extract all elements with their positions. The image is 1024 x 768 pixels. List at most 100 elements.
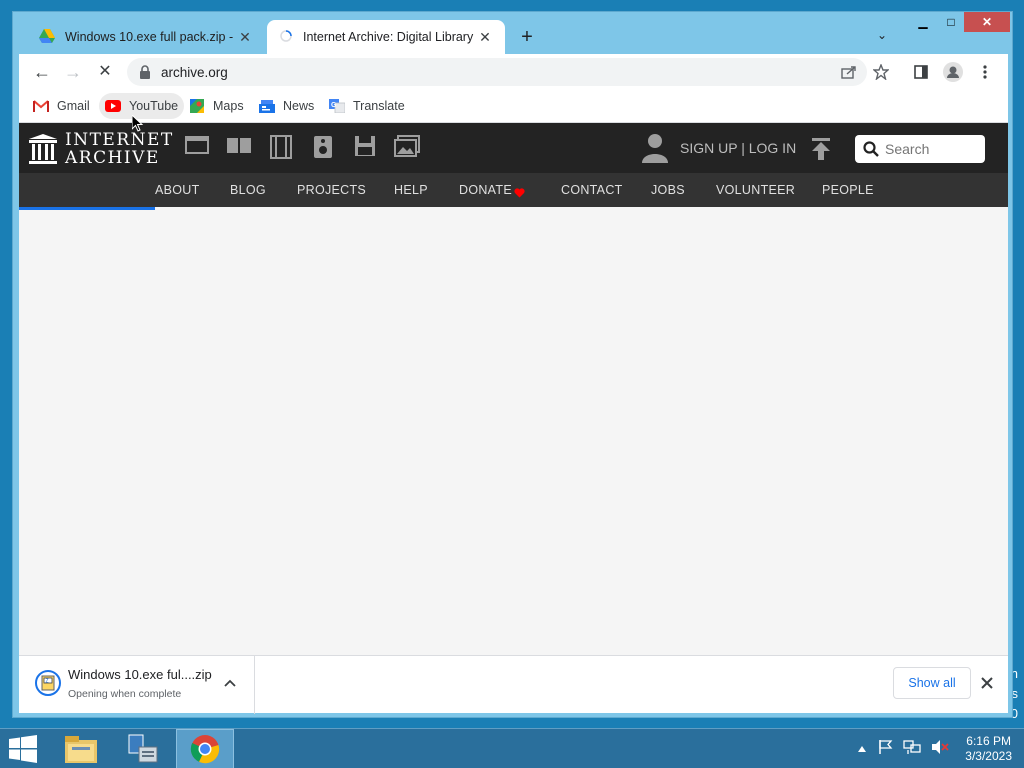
download-item[interactable]: Z Windows 10.exe ful....zip Opening when… xyxy=(19,656,255,714)
audio-speaker-icon[interactable] xyxy=(310,135,336,161)
download-status: Opening when complete xyxy=(68,688,182,700)
browser-toolbar: ← → ✕ archive.org xyxy=(19,54,1008,90)
svg-text:Z: Z xyxy=(46,679,49,685)
bookmarks-bar: Gmail YouTube Maps News G Translate xyxy=(19,90,1008,123)
start-button[interactable] xyxy=(8,735,38,763)
tab-search-button[interactable]: ⌄ xyxy=(877,28,887,42)
ia-logo-line1: INTERNET xyxy=(65,130,174,150)
heart-icon xyxy=(514,185,525,203)
ia-logo-line2: ARCHIVE xyxy=(65,148,160,168)
zip-archive-icon: Z xyxy=(35,670,61,696)
action-center-flag-icon[interactable] xyxy=(877,739,893,760)
network-icon[interactable] xyxy=(903,739,921,760)
lock-icon xyxy=(140,65,150,79)
bookmark-maps[interactable]: Maps xyxy=(183,93,250,119)
software-floppy-icon[interactable] xyxy=(352,135,378,161)
page-loading-progress xyxy=(19,207,155,210)
nav-donate[interactable]: DONATE xyxy=(459,183,512,197)
title-bar[interactable]: Windows 10.exe full pack.zip - Go ✕ Inte… xyxy=(13,12,1012,54)
signup-login-link[interactable]: SIGN UP | LOG IN xyxy=(680,140,796,156)
bookmark-translate[interactable]: G Translate xyxy=(323,93,411,119)
url-text: archive.org xyxy=(161,64,228,80)
file-explorer-icon xyxy=(65,736,97,763)
gmail-icon xyxy=(33,98,49,114)
taskbar: 6:16 PM 3/3/2023 xyxy=(0,728,1024,768)
tab-close-button[interactable]: ✕ xyxy=(477,29,493,46)
show-hidden-icons-icon[interactable] xyxy=(857,740,867,758)
taskbar-file-explorer[interactable] xyxy=(52,729,110,768)
ia-logo-text: INTERNET ARCHIVE xyxy=(65,131,174,167)
profile-avatar-icon[interactable] xyxy=(943,62,963,82)
clock-date: 3/3/2023 xyxy=(965,749,1012,763)
nav-projects[interactable]: PROJECTS xyxy=(297,183,366,197)
youtube-icon xyxy=(105,98,121,114)
tab-internet-archive[interactable]: Internet Archive: Digital Library o ✕ xyxy=(267,20,505,54)
menu-kebab-icon[interactable] xyxy=(975,62,995,82)
forward-button[interactable]: → xyxy=(62,62,84,84)
windows-logo-icon xyxy=(9,735,37,763)
nav-people[interactable]: PEOPLE xyxy=(822,183,874,197)
loading-spinner-icon xyxy=(279,29,293,46)
address-bar[interactable]: archive.org xyxy=(127,58,867,86)
ia-header: INTERNET ARCHIVE SIGN UP | LOG IN Search xyxy=(19,123,1008,173)
system-tray: 6:16 PM 3/3/2023 xyxy=(857,729,1012,768)
download-filename: Windows 10.exe ful....zip xyxy=(68,667,212,682)
search-icon xyxy=(863,141,879,157)
nav-contact[interactable]: CONTACT xyxy=(561,183,623,197)
mouse-cursor-icon xyxy=(131,113,144,138)
web-archive-icon[interactable] xyxy=(184,135,210,161)
chevron-up-icon[interactable] xyxy=(224,676,236,690)
nav-about[interactable]: ABOUT xyxy=(155,183,200,197)
bookmark-label: Maps xyxy=(213,99,244,113)
tab-close-button[interactable]: ✕ xyxy=(237,29,253,46)
ia-logo[interactable]: INTERNET ARCHIVE xyxy=(29,131,174,167)
server-manager-icon xyxy=(128,734,158,763)
upload-icon[interactable] xyxy=(809,137,833,166)
close-downloads-button[interactable] xyxy=(981,673,993,694)
chrome-icon xyxy=(190,735,220,764)
tab-title: Internet Archive: Digital Library o xyxy=(303,30,477,44)
maximize-button[interactable]: □ xyxy=(936,12,966,32)
nav-volunteer[interactable]: VOLUNTEER xyxy=(716,183,795,197)
taskbar-clock[interactable]: 6:16 PM 3/3/2023 xyxy=(965,734,1012,764)
show-all-button[interactable]: Show all xyxy=(893,667,971,699)
tab-title: Windows 10.exe full pack.zip - Go xyxy=(65,30,237,44)
svg-text:G: G xyxy=(331,102,337,109)
bookmark-gmail[interactable]: Gmail xyxy=(27,93,96,119)
bookmark-label: Translate xyxy=(353,99,405,113)
minimize-button[interactable]: ▁ xyxy=(908,12,938,32)
images-icon[interactable] xyxy=(394,135,420,161)
clock-time: 6:16 PM xyxy=(966,734,1011,748)
google-drive-icon xyxy=(39,28,55,46)
close-window-button[interactable]: ✕ xyxy=(964,12,1010,32)
ia-building-icon xyxy=(29,134,57,164)
nav-blog[interactable]: BLOG xyxy=(230,183,266,197)
ia-search-box[interactable] xyxy=(855,135,985,163)
bookmark-news[interactable]: News xyxy=(253,93,320,119)
stop-loading-button[interactable]: ✕ xyxy=(94,62,116,84)
ia-search-input[interactable] xyxy=(885,141,975,157)
translate-icon: G xyxy=(329,98,345,114)
side-panel-icon[interactable] xyxy=(911,62,931,82)
chrome-window: Windows 10.exe full pack.zip - Go ✕ Inte… xyxy=(12,11,1013,718)
user-avatar-icon[interactable] xyxy=(641,133,669,168)
texts-book-icon[interactable] xyxy=(226,135,252,161)
taskbar-server-manager[interactable] xyxy=(114,729,172,768)
taskbar-chrome[interactable] xyxy=(176,729,234,768)
new-tab-button[interactable]: + xyxy=(515,26,539,49)
page-viewport: INTERNET ARCHIVE SIGN UP | LOG IN Search… xyxy=(19,123,1008,655)
video-film-icon[interactable] xyxy=(268,135,294,161)
bookmark-label: YouTube xyxy=(129,99,179,113)
maps-icon xyxy=(189,98,205,114)
ia-nav-bar: ABOUT BLOG PROJECTS HELP DONATE CONTACT … xyxy=(19,173,1008,207)
tab-google-drive[interactable]: Windows 10.exe full pack.zip - Go ✕ xyxy=(27,20,265,54)
nav-help[interactable]: HELP xyxy=(394,183,428,197)
bookmark-star-icon[interactable] xyxy=(871,62,891,82)
share-icon[interactable] xyxy=(839,62,859,82)
bookmark-label: Gmail xyxy=(57,99,90,113)
news-icon xyxy=(259,98,275,114)
nav-jobs[interactable]: JOBS xyxy=(651,183,685,197)
back-button[interactable]: ← xyxy=(31,62,53,84)
bookmark-label: News xyxy=(283,99,315,113)
volume-muted-icon[interactable] xyxy=(931,739,949,760)
